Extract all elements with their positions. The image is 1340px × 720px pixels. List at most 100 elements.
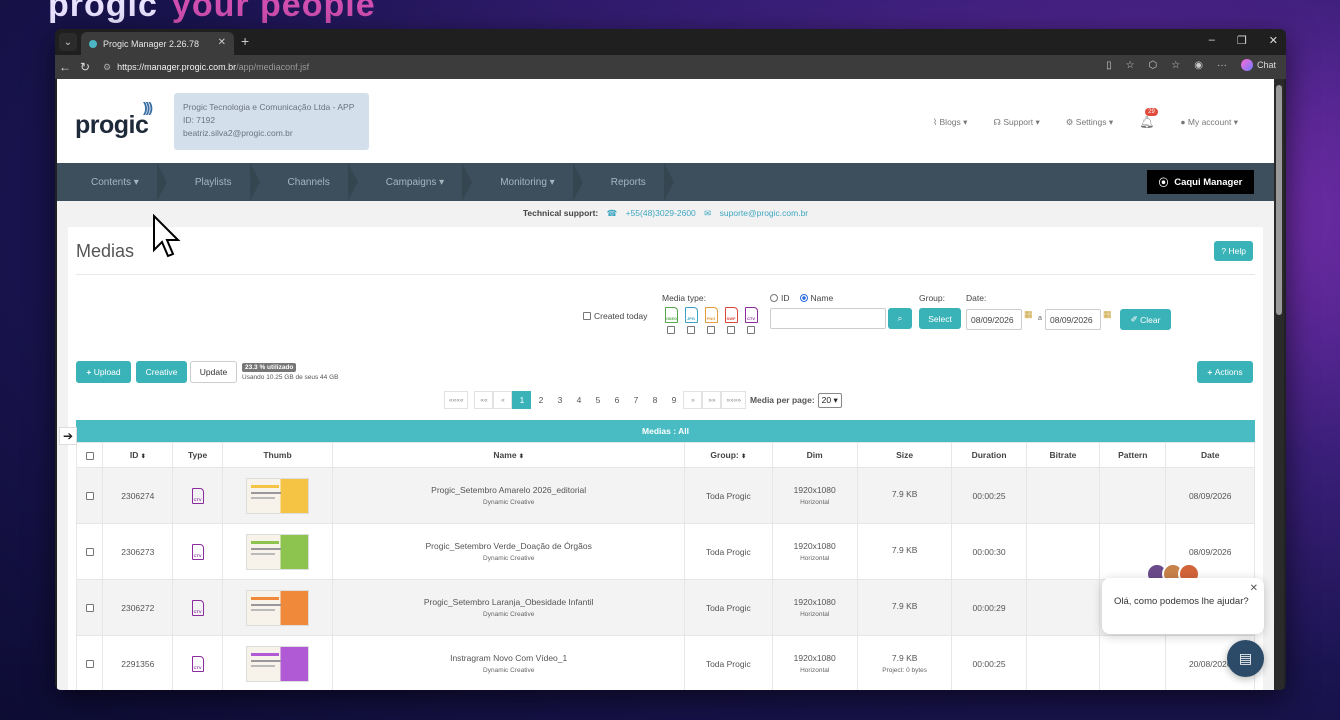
row-checkbox[interactable] <box>85 548 94 557</box>
star-icon[interactable]: ☆ <box>1126 60 1135 71</box>
col-name[interactable]: Name ⬍ <box>332 442 686 468</box>
row-name-cell[interactable]: Instragram Novo Com Vídeo_1 Dynamic Creat… <box>332 635 686 690</box>
row-thumb[interactable] <box>221 635 334 690</box>
page-7[interactable]: 7 <box>626 391 646 409</box>
favorites-icon[interactable]: ☆ <box>1171 60 1180 71</box>
support-email[interactable]: suporte@progic.com.br <box>720 208 808 218</box>
media-type-jpg[interactable]: JPG <box>681 307 701 334</box>
actions-button[interactable]: + Actions <box>1197 361 1253 383</box>
copilot-chat-button[interactable]: Chat <box>1240 59 1276 71</box>
extensions-icon[interactable]: ⬡ <box>1149 60 1158 71</box>
col-id[interactable]: ID ⬍ <box>102 442 174 468</box>
select-all-header[interactable] <box>75 442 104 468</box>
media-type-png[interactable]: PNG <box>701 307 721 334</box>
reader-icon[interactable]: ▯ <box>1106 60 1112 71</box>
browser-tab[interactable]: Progic Manager 2.26.78 ✕ <box>81 32 234 55</box>
row-checkbox[interactable] <box>85 660 94 669</box>
minimize-icon[interactable]: – <box>1209 34 1215 47</box>
row-name[interactable]: Progic_Setembro Laranja_Obesidade Infant… <box>333 597 684 607</box>
update-button[interactable]: Update <box>190 361 237 383</box>
row-select-cell[interactable] <box>75 579 104 636</box>
creative-button[interactable]: Creative <box>136 361 187 383</box>
upload-button[interactable]: + Upload <box>76 361 131 383</box>
nav-monitoring[interactable]: Monitoring ▾ <box>466 163 583 201</box>
scrollbar-thumb[interactable] <box>1276 85 1282 315</box>
calendar-to-icon[interactable]: ▦ <box>1103 309 1112 320</box>
media-thumbnail[interactable] <box>246 645 309 682</box>
date-from-input[interactable]: 08/09/2026 <box>966 309 1022 330</box>
date-to-input[interactable]: 08/09/2026 <box>1045 309 1101 330</box>
page-4[interactable]: 4 <box>569 391 589 409</box>
clear-button[interactable]: ✐ Clear <box>1120 309 1171 330</box>
tab-search-icon[interactable]: ⌄ <box>59 33 77 51</box>
calendar-from-icon[interactable]: ▦ <box>1024 309 1033 320</box>
media-thumbnail[interactable] <box>246 589 309 626</box>
support-phone[interactable]: +55(48)3029-2600 <box>626 208 696 218</box>
page-next[interactable]: » <box>683 391 703 409</box>
search-button[interactable]: ⌕ <box>888 308 912 329</box>
new-tab-icon[interactable]: + <box>241 33 249 49</box>
row-name[interactable]: Progic_Setembro Amarelo 2026_editorial <box>333 485 684 495</box>
page-2[interactable]: 2 <box>531 391 551 409</box>
page-9[interactable]: 9 <box>664 391 684 409</box>
url-field[interactable]: ⚙ https://manager.progic.com.br/app/medi… <box>103 59 1143 75</box>
nav-reports[interactable]: Reports <box>577 163 674 201</box>
account-menu[interactable]: ● My account ▾ <box>1180 117 1238 128</box>
jpg-checkbox[interactable] <box>687 326 695 334</box>
swf-checkbox[interactable] <box>727 326 735 334</box>
row-checkbox[interactable] <box>85 492 94 501</box>
created-today-checkbox[interactable] <box>583 312 591 320</box>
page-1[interactable]: 1 <box>512 391 532 409</box>
created-today-filter[interactable]: Created today <box>583 311 647 321</box>
page-6[interactable]: 6 <box>607 391 627 409</box>
row-thumb[interactable] <box>221 579 334 636</box>
nav-channels[interactable]: Channels <box>254 163 359 201</box>
row-thumb[interactable] <box>221 523 334 580</box>
row-name-cell[interactable]: Progic_Setembro Verde_Doação de Órgãos Dy… <box>332 523 686 580</box>
help-button[interactable]: ? Help <box>1214 241 1253 261</box>
page-prev[interactable]: « <box>493 391 513 409</box>
settings-menu[interactable]: ⚙ Settings ▾ <box>1066 117 1113 128</box>
restore-icon[interactable]: ❐ <box>1237 34 1247 47</box>
progic-logo[interactable]: progic <box>75 111 149 140</box>
png-checkbox[interactable] <box>707 326 715 334</box>
row-thumb[interactable] <box>221 467 334 524</box>
page-next-2[interactable]: »» <box>702 391 722 409</box>
row-name-cell[interactable]: Progic_Setembro Amarelo 2026_editorial Dy… <box>332 467 686 524</box>
reload-icon[interactable]: ↻ <box>75 60 95 74</box>
row-name-cell[interactable]: Progic_Setembro Laranja_Obesidade Infant… <box>332 579 686 636</box>
media-type-ctv[interactable]: CTV <box>741 307 761 334</box>
page-scrollbar[interactable] <box>1274 79 1284 690</box>
support-menu[interactable]: ☊ Support ▾ <box>993 117 1039 128</box>
close-tab-icon[interactable]: ✕ <box>218 37 226 48</box>
nav-contents[interactable]: Contents ▾ <box>57 163 167 201</box>
select-group-button[interactable]: Select <box>919 308 961 329</box>
more-icon[interactable]: ··· <box>1217 60 1227 71</box>
row-checkbox[interactable] <box>85 604 94 613</box>
table-row[interactable]: 2306273 CTV Progic_Setembro Verde_Doação d… <box>75 523 1255 580</box>
id-radio[interactable] <box>770 294 778 302</box>
blogs-menu[interactable]: ⌇ Blogs ▾ <box>933 117 967 128</box>
page-prev-2[interactable]: «« <box>474 391 494 409</box>
media-thumbnail[interactable] <box>246 533 309 570</box>
row-select-cell[interactable] <box>75 635 104 690</box>
caqui-manager-button[interactable]: ⦿ Caqui Manager <box>1147 170 1254 194</box>
close-chat-icon[interactable]: ✕ <box>1250 581 1258 596</box>
table-row[interactable]: 2291356 CTV Instragram Novo Com Vídeo_1 Dyn… <box>75 635 1255 690</box>
page-8[interactable]: 8 <box>645 391 665 409</box>
back-icon[interactable]: ← <box>55 60 75 74</box>
name-radio[interactable] <box>799 294 808 302</box>
page-first[interactable]: «««« <box>444 391 469 409</box>
arrow-right-icon[interactable]: ➔ <box>59 427 77 445</box>
select-all-checkbox[interactable] <box>85 451 94 460</box>
col-group[interactable]: Group: ⬍ <box>684 442 773 468</box>
media-thumbnail[interactable] <box>246 477 309 514</box>
ctv-checkbox[interactable] <box>747 326 755 334</box>
search-input[interactable] <box>770 308 886 329</box>
table-row[interactable]: 2306274 CTV Progic_Setembro Amarelo 2026_e… <box>75 467 1255 524</box>
close-window-icon[interactable]: ✕ <box>1269 34 1278 47</box>
table-row[interactable]: 2306272 CTV Progic_Setembro Laranja_Obesid… <box>75 579 1255 636</box>
profile-icon[interactable]: ◉ <box>1194 60 1203 71</box>
site-info-icon[interactable]: ⚙ <box>103 62 111 73</box>
notifications-bell[interactable]: 🔔︎ 29 <box>1139 108 1158 129</box>
